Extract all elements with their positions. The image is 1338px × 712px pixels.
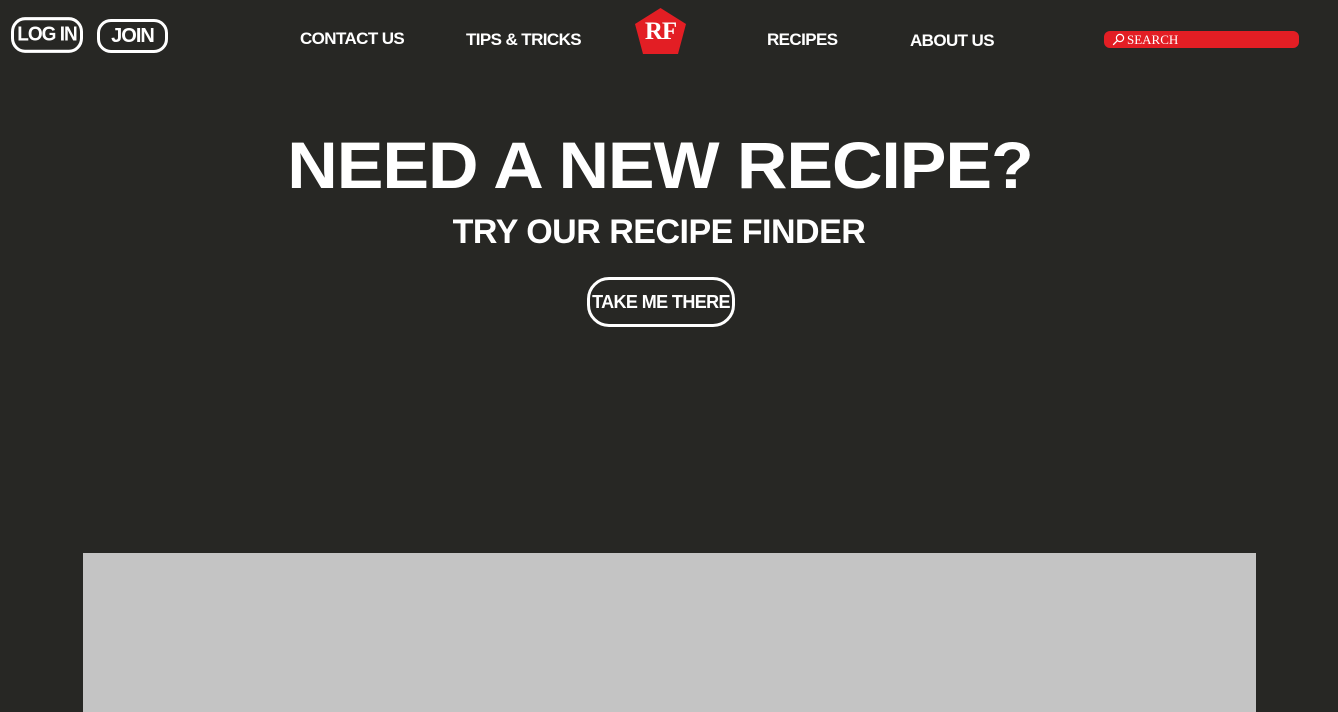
login-button[interactable]: LOG IN	[11, 17, 83, 53]
join-button[interactable]: JOIN	[97, 19, 168, 53]
page: LOG IN JOIN CONTACT US TIPS & TRICKS REC…	[0, 0, 1338, 712]
logo-text: RF	[644, 18, 677, 45]
nav-tips-and-tricks[interactable]: TIPS & TRICKS	[466, 30, 582, 50]
hero-subtitle: TRY OUR RECIPE FINDER	[452, 213, 866, 251]
site-logo[interactable]: RF	[634, 8, 687, 54]
hero-title: NEED A NEW RECIPE?	[287, 128, 1033, 202]
search-icon[interactable]	[1112, 33, 1125, 46]
image-placeholder-panel	[83, 553, 1256, 712]
nav-about-us[interactable]: ABOUT US	[910, 31, 995, 51]
nav-recipes[interactable]: RECIPES	[767, 30, 838, 50]
search-bar[interactable]	[1104, 31, 1299, 48]
nav-contact-us[interactable]: CONTACT US	[300, 29, 405, 49]
search-input[interactable]	[1127, 32, 1292, 47]
take-me-there-button[interactable]: TAKE ME THERE	[587, 277, 735, 327]
